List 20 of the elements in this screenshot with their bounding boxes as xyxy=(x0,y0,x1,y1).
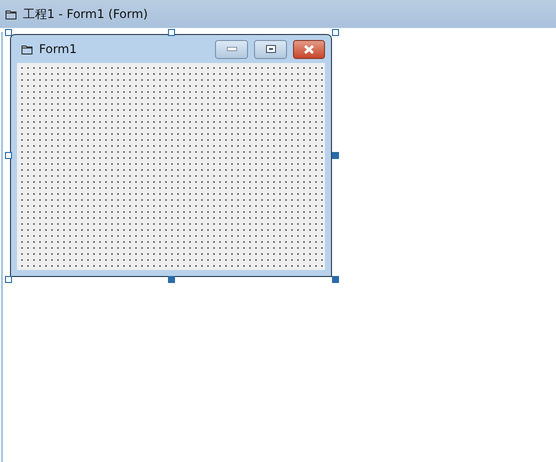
resize-handle[interactable] xyxy=(5,29,12,36)
resize-handle[interactable] xyxy=(332,152,339,159)
close-button[interactable] xyxy=(293,40,325,58)
resize-handle[interactable] xyxy=(168,276,175,283)
maximize-icon xyxy=(266,45,276,53)
resize-handle[interactable] xyxy=(332,29,339,36)
form-grid[interactable] xyxy=(17,63,325,270)
window-title: 工程1 - Form1 (Form) xyxy=(23,6,148,22)
close-icon xyxy=(304,44,314,54)
maximize-button[interactable] xyxy=(254,40,287,58)
form-window[interactable]: Form1 xyxy=(10,34,332,277)
resize-handle[interactable] xyxy=(332,276,339,283)
minimize-icon xyxy=(226,47,236,51)
resize-handle[interactable] xyxy=(5,276,12,283)
minimize-button[interactable] xyxy=(215,40,248,58)
form-icon xyxy=(5,8,17,20)
resize-handle[interactable] xyxy=(5,152,12,159)
resize-handle[interactable] xyxy=(168,29,175,36)
form-title: Form1 xyxy=(39,42,78,56)
form-icon xyxy=(21,44,33,54)
